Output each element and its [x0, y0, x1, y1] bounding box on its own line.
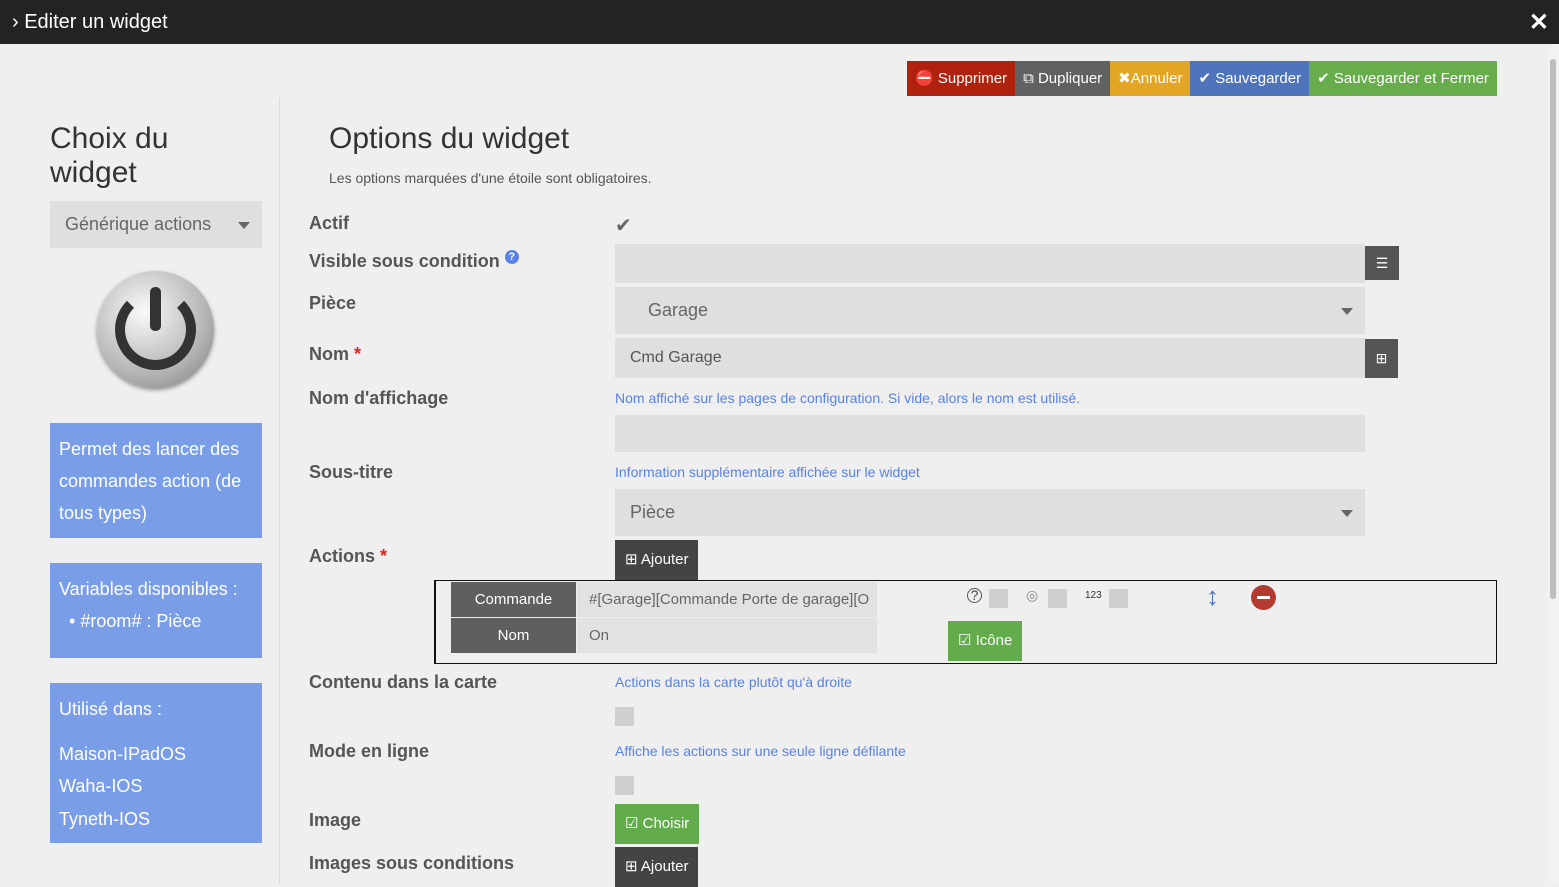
- check-square-icon: ☑: [625, 815, 639, 832]
- list-icon[interactable]: ☰: [1365, 246, 1399, 280]
- minus-circle-icon: ⛔: [915, 70, 934, 87]
- choose-image-button[interactable]: ☑ Choisir: [615, 804, 700, 844]
- hint-sous-titre: Information supplémentaire affichée sur …: [615, 464, 920, 480]
- actif-checkbox[interactable]: ✔: [615, 213, 632, 238]
- hint-nom-affichage: Nom affiché sur les pages de configurati…: [615, 390, 1081, 406]
- label-contenu: Contenu dans la carte: [309, 672, 498, 692]
- page-title: Options du widget: [329, 122, 570, 155]
- check-circle-icon: ✔: [1198, 70, 1212, 87]
- widget-type-select[interactable]: Générique actions: [50, 201, 262, 248]
- toolbar: ⛔ Supprimer ⧉ Dupliquer ✖Annuler ✔ Sauve…: [907, 61, 1497, 96]
- label-actions: Actions *: [309, 546, 388, 566]
- divider: [279, 98, 280, 884]
- label-nom: Nom *: [309, 344, 362, 364]
- used-in-box: Utilisé dans : Maison-IPadOS Waha-IOS Ty…: [50, 683, 262, 843]
- hint-contenu: Actions dans la carte plutôt qu'à droite: [615, 674, 852, 690]
- command-label: Commande: [451, 582, 576, 617]
- caret-down-icon: [1341, 307, 1353, 315]
- caret-down-icon: [1341, 509, 1353, 517]
- mode-checkbox[interactable]: [615, 776, 634, 795]
- question-icon: ?: [967, 588, 982, 603]
- label-images-cond: Images sous conditions: [309, 853, 515, 873]
- caret-down-icon: [238, 221, 250, 229]
- plus-square-icon: ⊞: [625, 858, 638, 875]
- check-circle-icon: ✔: [1317, 70, 1330, 87]
- name-input[interactable]: On: [577, 618, 877, 653]
- dialog-title: Editer un widget: [24, 11, 168, 33]
- name-label: Nom: [451, 618, 576, 653]
- variable-item: #room# : Pièce: [80, 611, 202, 631]
- action-row: Commande #[Garage][Commande Porte de gar…: [434, 580, 1497, 664]
- chevron-right-icon: ›: [12, 11, 25, 33]
- add-action-button[interactable]: ⊞ Ajouter: [615, 540, 699, 580]
- label-actif: Actif: [309, 213, 349, 233]
- save-close-button[interactable]: ✔ Sauvegarder et Fermer: [1309, 61, 1497, 96]
- plus-square-icon: ⊞: [625, 551, 638, 568]
- secure-checkbox[interactable]: [1048, 589, 1067, 608]
- numeric-icon: 123: [1085, 590, 1102, 601]
- remove-action-icon[interactable]: [1251, 585, 1276, 610]
- label-sous-titre: Sous-titre: [309, 462, 394, 482]
- power-icon: [97, 271, 214, 388]
- drag-handle-icon[interactable]: ↕: [1206, 581, 1219, 612]
- confirm-checkbox[interactable]: [989, 589, 1008, 608]
- used-in-item[interactable]: Tyneth-IOS: [59, 803, 253, 836]
- x-icon: ✖: [1118, 70, 1131, 87]
- copy-icon: ⧉: [1023, 70, 1034, 87]
- label-nom-affichage: Nom d'affichage: [309, 388, 449, 408]
- close-icon[interactable]: ✕: [1529, 8, 1549, 37]
- nom-input[interactable]: Cmd Garage: [615, 338, 1365, 378]
- hint-mode: Affiche les actions sur une seule ligne …: [615, 743, 906, 759]
- label-piece: Pièce: [309, 293, 357, 313]
- label-visible: Visible sous condition ?: [309, 250, 519, 272]
- duplicate-button[interactable]: ⧉ Dupliquer: [1015, 61, 1111, 96]
- label-mode: Mode en ligne: [309, 741, 430, 761]
- page-subtitle: Les options marquées d'une étoile sont o…: [329, 170, 652, 186]
- save-button[interactable]: ✔ Sauvegarder: [1190, 61, 1310, 96]
- delete-button[interactable]: ⛔ Supprimer: [907, 61, 1016, 96]
- plus-square-icon[interactable]: ⊞: [1365, 339, 1398, 378]
- cancel-button[interactable]: ✖Annuler: [1110, 61, 1191, 96]
- piece-select[interactable]: Garage: [615, 287, 1365, 334]
- numeric-checkbox[interactable]: [1109, 589, 1128, 608]
- used-in-item[interactable]: Waha-IOS: [59, 770, 253, 803]
- fingerprint-icon: ◎: [1026, 587, 1039, 603]
- help-icon[interactable]: ?: [504, 250, 519, 264]
- visible-condition-input[interactable]: [615, 244, 1365, 283]
- add-image-condition-button[interactable]: ⊞ Ajouter: [615, 847, 699, 887]
- scrollbar[interactable]: [1547, 44, 1559, 884]
- sous-titre-select[interactable]: Pièce: [615, 489, 1365, 536]
- variables-box: Variables disponibles : • #room# : Pièce: [50, 563, 262, 658]
- command-input[interactable]: #[Garage][Commande Porte de garage][O: [577, 582, 877, 617]
- title-bar: › Editer un widget ✕: [0, 0, 1559, 44]
- check-square-icon: ☑: [958, 632, 972, 649]
- left-title: Choix du widget: [50, 122, 169, 189]
- contenu-checkbox[interactable]: [615, 707, 634, 726]
- used-in-item[interactable]: Maison-IPadOS: [59, 738, 253, 771]
- label-image: Image: [309, 810, 362, 830]
- icon-button[interactable]: ☑ Icône: [948, 621, 1023, 661]
- nom-affichage-input[interactable]: [615, 415, 1365, 452]
- widget-description: Permet des lancer des commandes action (…: [50, 423, 262, 538]
